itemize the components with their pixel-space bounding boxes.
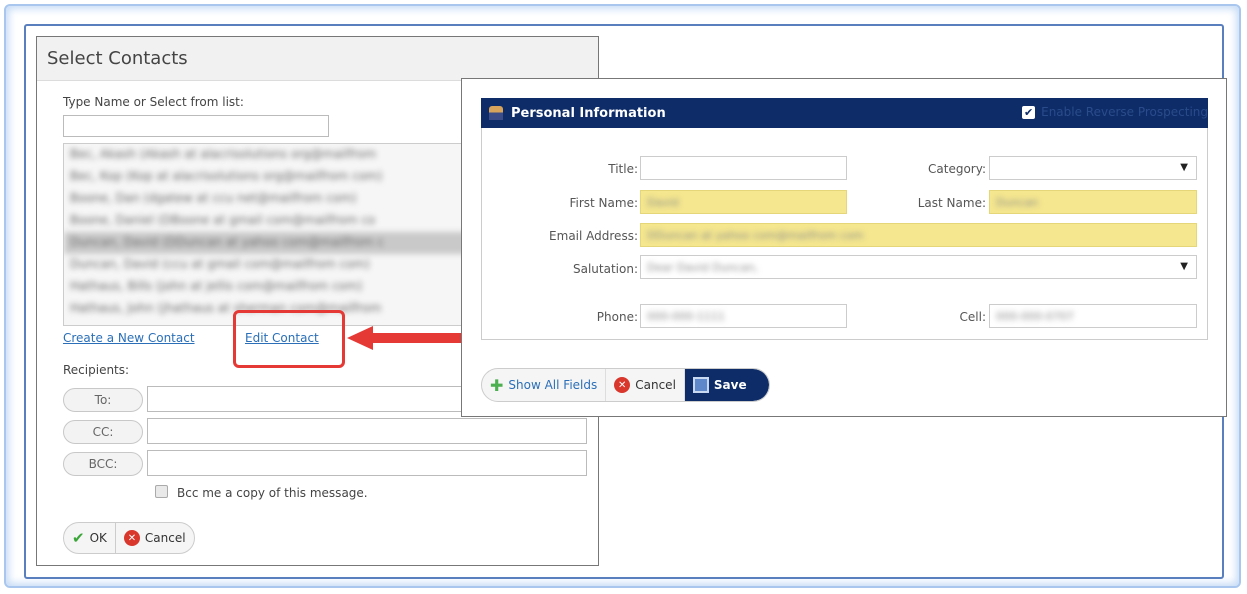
edit-contact-highlight: [233, 310, 345, 368]
arrow-left-icon: [347, 326, 468, 350]
plus-icon: ✚: [490, 375, 504, 395]
enable-reverse-label: Enable Reverse Prospecting: [1041, 105, 1208, 119]
salutation-select[interactable]: Dear David Duncan, ▼: [640, 255, 1197, 279]
cell-field[interactable]: 000-000-0707: [989, 304, 1197, 328]
cell-label: Cell:: [959, 310, 986, 324]
last-name-field[interactable]: Duncan: [989, 190, 1197, 214]
chevron-down-icon: ▼: [1180, 162, 1188, 173]
modal-header: Personal Information ✔ Enable Reverse Pr…: [481, 98, 1208, 128]
cancel-label: Cancel: [144, 531, 186, 545]
bcc-field[interactable]: [147, 450, 587, 476]
save-disk-icon: [692, 377, 709, 393]
first-name-field[interactable]: David: [640, 190, 847, 214]
phone-label: Phone:: [596, 310, 638, 324]
title-label: Title:: [608, 162, 638, 176]
save-button[interactable]: Save: [684, 369, 769, 401]
email-label: Email Address:: [549, 229, 638, 243]
cancel-icon: ✕: [614, 377, 631, 393]
category-label: Category:: [928, 162, 986, 176]
modal-title: Personal Information: [511, 105, 666, 121]
check-icon[interactable]: ✔: [1022, 105, 1036, 119]
ok-label: OK: [89, 531, 107, 545]
cancel-icon: ✕: [123, 530, 140, 546]
to-button[interactable]: To:: [63, 388, 143, 412]
cell-value: 000-000-0707: [996, 310, 1074, 323]
salutation-label: Salutation:: [573, 262, 638, 276]
cancel-button[interactable]: ✕ Cancel: [116, 523, 194, 553]
phone-value: 000-000-1111: [647, 310, 725, 323]
modal-form: Title: Category: ▼ First Name: David Las…: [481, 128, 1208, 340]
show-all-fields-button[interactable]: ✚ Show All Fields: [482, 369, 607, 401]
cc-field[interactable]: [147, 418, 587, 444]
chevron-down-icon: ▼: [1180, 261, 1188, 272]
create-contact-link[interactable]: Create a New Contact: [63, 331, 195, 345]
show-all-label: Show All Fields: [508, 378, 598, 392]
first-name-value: David: [647, 196, 679, 209]
dialog-button-group: ✔ OK ✕ Cancel: [63, 522, 195, 554]
bcc-me-checkbox[interactable]: [155, 485, 168, 498]
enable-reverse-prospecting[interactable]: ✔ Enable Reverse Prospecting: [1022, 105, 1208, 119]
bcc-button[interactable]: BCC:: [63, 452, 143, 476]
cc-button[interactable]: CC:: [63, 420, 143, 444]
category-select[interactable]: ▼: [989, 156, 1197, 180]
salutation-value: Dear David Duncan,: [647, 261, 758, 274]
save-label: Save: [713, 378, 747, 392]
ok-button[interactable]: ✔ OK: [64, 523, 116, 553]
bcc-me-label: Bcc me a copy of this message.: [177, 486, 368, 500]
title-field[interactable]: [640, 156, 847, 180]
last-name-value: Duncan: [996, 196, 1039, 209]
first-name-label: First Name:: [569, 196, 638, 210]
modal-button-group: ✚ Show All Fields ✕ Cancel Save: [481, 368, 770, 402]
modal-cancel-label: Cancel: [635, 378, 676, 392]
panel-title: Select Contacts: [37, 37, 598, 81]
phone-field[interactable]: 000-000-1111: [640, 304, 847, 328]
last-name-label: Last Name:: [917, 196, 986, 210]
email-value: DDuncan at yahoo com@mailfrom com: [647, 229, 864, 242]
recipients-label: Recipients:: [63, 363, 130, 377]
personal-information-modal: Personal Information ✔ Enable Reverse Pr…: [461, 78, 1227, 417]
contact-search-input[interactable]: [63, 115, 329, 137]
modal-cancel-button[interactable]: ✕ Cancel: [606, 369, 685, 401]
person-icon: [489, 106, 503, 120]
check-icon: ✔: [72, 529, 85, 547]
type-name-label: Type Name or Select from list:: [63, 95, 244, 109]
email-field[interactable]: DDuncan at yahoo com@mailfrom com: [640, 223, 1197, 247]
